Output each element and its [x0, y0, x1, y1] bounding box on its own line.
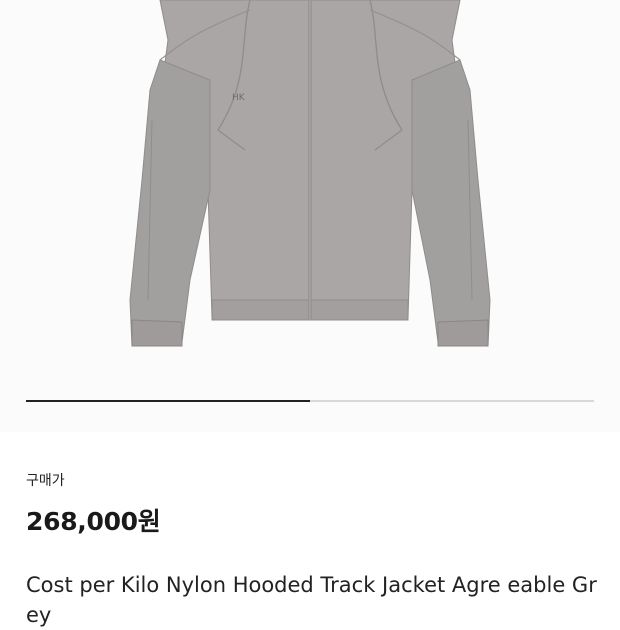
price-label: 구매가 — [26, 473, 65, 489]
left-sleeve — [129, 59, 211, 347]
product-image[interactable]: HK — [0, 0, 620, 432]
product-title: Cost per Kilo Nylon Hooded Track Jacket … — [26, 573, 597, 627]
brand-mark: HK — [232, 93, 246, 103]
right-sleeve — [411, 59, 491, 347]
jacket-illustration: HK — [129, 0, 491, 347]
price-value: 268,000원 — [26, 507, 161, 536]
carousel-progress-bar[interactable] — [26, 400, 594, 402]
carousel-progress-fill — [26, 400, 310, 402]
